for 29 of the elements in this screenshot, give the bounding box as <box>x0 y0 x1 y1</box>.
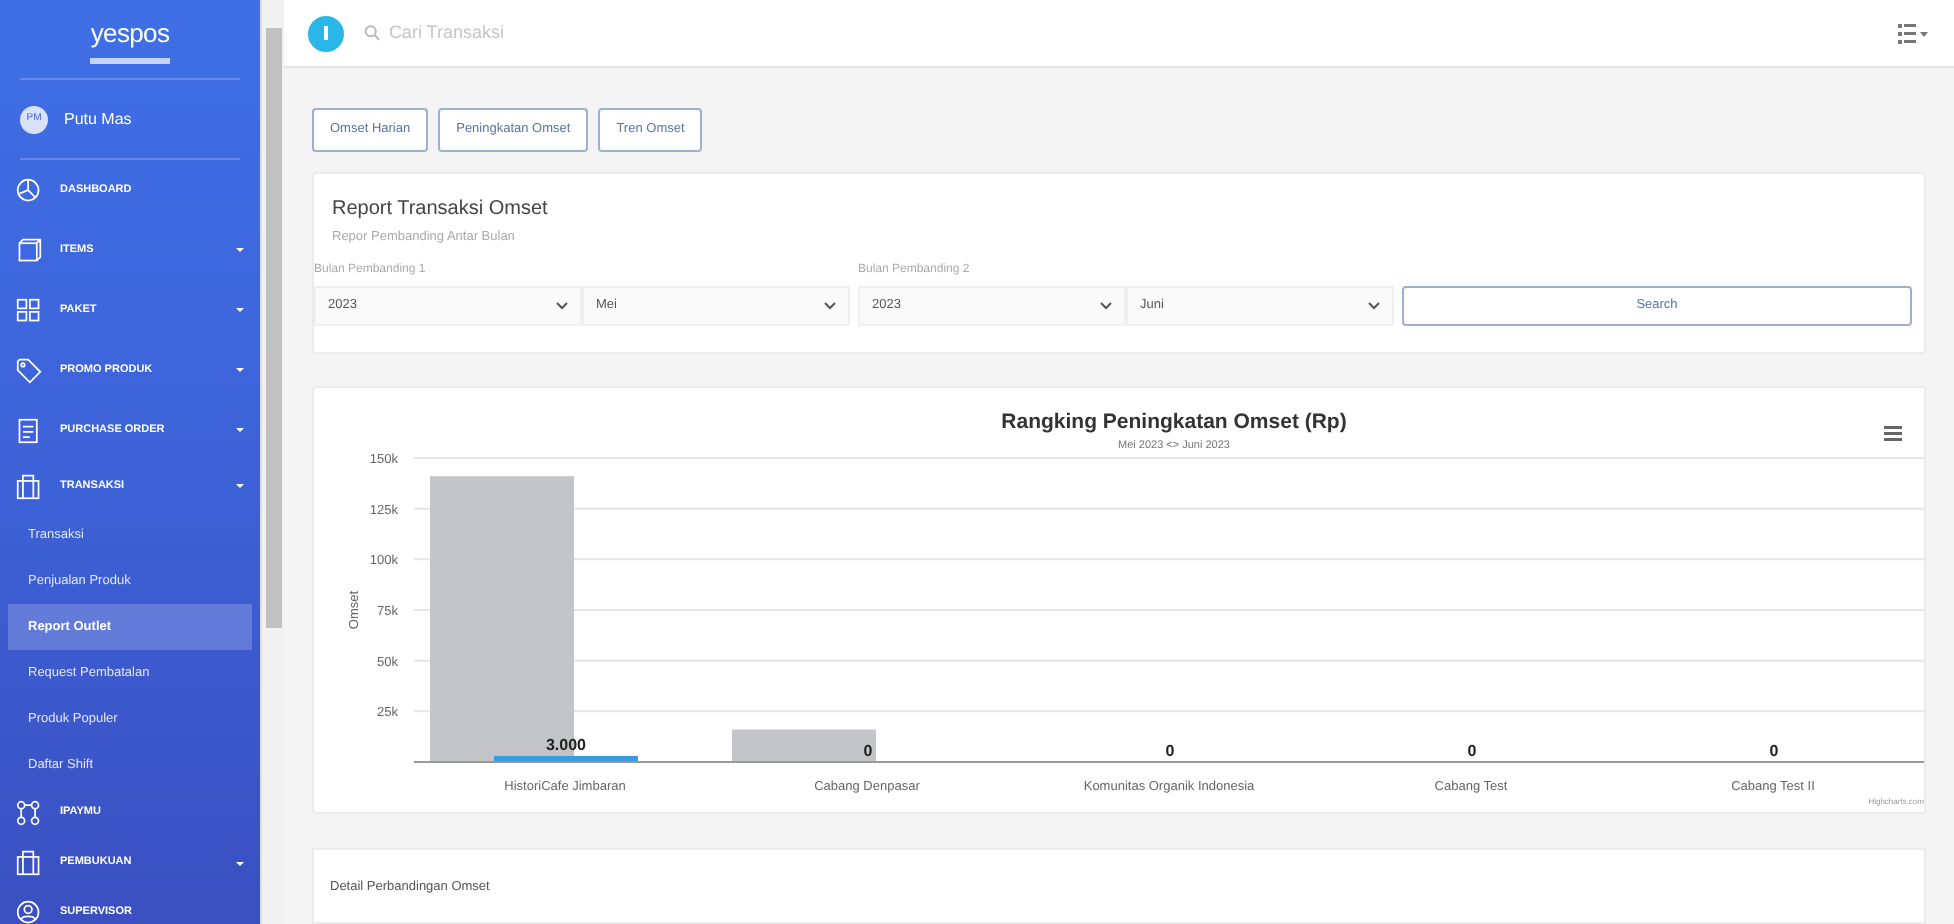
data-label: 3.000 <box>545 736 587 755</box>
sidebar-scrollbar[interactable] <box>260 0 284 924</box>
scrollbar-thumb[interactable] <box>266 28 282 628</box>
menu-icon[interactable] <box>1884 426 1902 442</box>
chevron-down-icon <box>1100 301 1112 310</box>
briefcase-icon <box>16 850 42 876</box>
pie-chart-icon <box>16 177 42 203</box>
data-label: 0 <box>1769 742 1779 761</box>
data-label: 0 <box>863 742 873 761</box>
data-label: 0 <box>1165 742 1175 761</box>
document-icon <box>16 417 42 443</box>
nodes-icon <box>16 800 42 826</box>
briefcase-icon <box>16 473 42 499</box>
grid-icon <box>16 297 42 323</box>
chevron-down-icon <box>1368 301 1380 310</box>
search-icon <box>364 24 381 42</box>
chevron-down-icon <box>824 301 836 310</box>
cube-icon <box>16 237 42 263</box>
user-name: Putu Mas <box>64 107 132 131</box>
search-input[interactable]: Cari Transaksi <box>388 19 764 47</box>
notification-icon[interactable] <box>308 15 344 51</box>
user-icon <box>16 900 42 924</box>
tag-icon <box>16 357 42 383</box>
chevron-down-icon <box>556 301 568 310</box>
form-title: Report Transaksi Omset <box>330 196 550 224</box>
chart-title: Rangking Peningkatan Omset (Rp) <box>1001 410 1347 435</box>
list-menu-icon[interactable] <box>1898 23 1930 43</box>
data-label: 0 <box>1467 742 1477 761</box>
app-logo: yespos <box>90 13 170 65</box>
